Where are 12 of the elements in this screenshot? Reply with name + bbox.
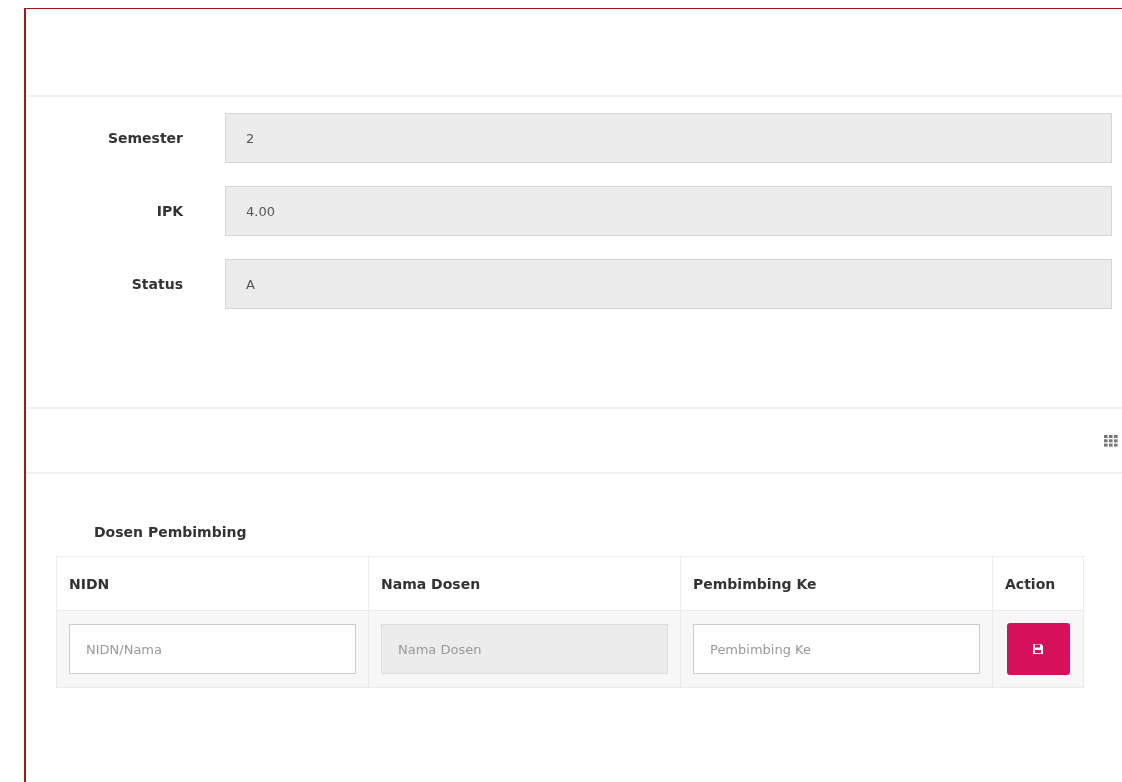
- field-label: Status: [130, 276, 183, 292]
- column-header: Nama Dosen: [368, 556, 681, 611]
- grid-icon[interactable]: [1104, 434, 1118, 447]
- save-button[interactable]: [1006, 623, 1070, 675]
- table-title: Dosen Pembimbing: [94, 524, 248, 540]
- column-header: NIDN: [56, 556, 369, 611]
- field-label: IPK: [155, 203, 183, 219]
- column-header: Action: [992, 556, 1084, 611]
- input-field[interactable]: NIDN/Nama: [69, 624, 356, 674]
- field-label: Semester: [106, 130, 183, 146]
- input-field[interactable]: Pembimbing Ke: [693, 624, 980, 674]
- column-header: Pembimbing Ke: [680, 556, 993, 611]
